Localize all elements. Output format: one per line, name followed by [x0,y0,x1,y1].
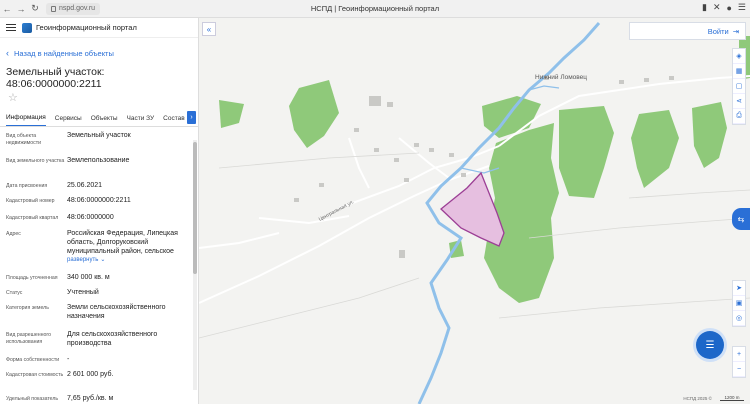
zoom-out-icon[interactable]: − [733,362,745,377]
attr-value: 25.06.2021 [67,182,103,189]
collapse-sidebar-button[interactable]: « [202,22,216,36]
attr-row: Площадь уточненная 340 000 кв. м [6,273,192,288]
menu-icon[interactable]: ☰ [738,2,746,13]
grid-icon[interactable]: ▦ [733,64,745,79]
attr-value: Учтенный [67,289,99,296]
tab-objects[interactable]: Объекты [91,115,118,126]
attr-value: 2 601 000 руб. [67,371,114,378]
map-canvas[interactable]: Нижний Ломовец Центральная ул. « Войти ⇥… [199,18,750,404]
map-tools-top: ◈ ▦ ▢ ⋖ ⎙ [732,48,746,125]
map-tools-bottom: ➤ ▣ ◎ [732,280,746,327]
login-arrow-icon: ⇥ [732,26,739,36]
profile-icon[interactable]: ● [726,3,731,13]
attr-row: Кадастровый номер 48:06:0000000:2211 [6,196,192,213]
attr-row: Вид земельного участка Землепользование [6,156,192,181]
map-copyright: НСПД 2025 © [683,396,712,401]
minimap-icon[interactable]: ▣ [733,296,745,311]
compass-icon[interactable]: ◎ [733,311,745,326]
object-title: Земельный участок: 48:06:0000000:2211 [6,66,105,90]
attr-label: Площадь уточненная [6,275,58,281]
attr-value: Земельный участок [67,132,131,139]
chat-assistant-icon[interactable]: ☰ [696,331,724,359]
attr-label: Кадастровый квартал [6,215,59,221]
attr-row: Дата присвоения 25.06.2021 [6,181,192,196]
bookmark-icon[interactable]: ▮ [702,2,707,13]
zoom-controls: + − [732,346,746,378]
sidebar-scrollbar[interactable] [193,140,197,390]
browser-toolbar: ← → ↻ nspd.gov.ru НСПД | Геоинформационн… [0,0,750,18]
object-tabs: Информация Сервисы Объекты Части ЗУ Сост… [0,109,198,127]
attr-label: Удельный показатель [6,396,59,402]
address-value: Российская Федерация, Липецкая область, … [67,230,178,255]
page-tab-title: НСПД | Геоинформационный портал [310,4,440,13]
scrollbar-thumb[interactable] [193,142,197,274]
attr-row: Форма собственности - [6,355,192,370]
chevron-left-icon: ‹ [6,48,9,58]
login-label: Войти [707,26,729,36]
back-arrow-icon[interactable]: ← [0,2,14,16]
map-base-layer [199,18,750,404]
attr-row: Адрес Российская Федерация, Липецкая обл… [6,229,192,273]
village-label: Нижний Ломовец [535,74,588,81]
attr-row: Удельный показатель 7,65 руб./кв. м [6,394,192,404]
expand-address-link[interactable]: развернуть ⌄ [67,256,192,265]
attr-value: - [67,356,70,363]
extension-icon[interactable]: ✕ [713,2,721,13]
map-scale: 1200 m [720,395,744,401]
attr-value: Землепользование [67,157,130,164]
tab-parts[interactable]: Части ЗУ [127,115,155,126]
object-sidebar: Геоинформационный портал ‹ Назад в найде… [0,18,199,404]
hamburger-menu-icon[interactable] [6,23,16,32]
attr-label: Вид земельного участка [6,158,65,164]
address-bar[interactable]: nspd.gov.ru [46,2,101,15]
attr-value: 48:06:0000000 [67,214,114,221]
tab-services[interactable]: Сервисы [55,115,82,126]
area-select-icon[interactable]: ▢ [733,79,745,94]
portal-header: Геоинформационный портал [0,18,198,38]
side-panel-badge-icon[interactable]: ⇆ [732,208,750,230]
attr-label: Форма собственности [6,357,60,363]
attr-row: Категория земель Земли сельскохозяйствен… [6,303,192,330]
chevron-down-icon: ⌄ [100,257,106,263]
layers-icon[interactable]: ◈ [733,49,745,64]
tabs-scroll-right-icon[interactable]: › [187,111,196,124]
attr-row: Вид разрешенного использования Для сельс… [6,330,192,355]
attr-row: Кадастровая стоимость 2 601 000 руб. [6,370,192,394]
print-icon[interactable]: ⎙ [733,109,745,124]
attr-label: Вид объекта недвижимости [6,133,42,146]
tab-composition[interactable]: Состав [163,115,185,126]
login-button[interactable]: Войти ⇥ [629,22,746,40]
attribute-list: Вид объекта недвижимости Земельный участ… [0,127,198,404]
attr-value: Российская Федерация, Липецкая область, … [67,229,192,273]
attr-label: Кадастровый номер [6,198,55,204]
attr-label: Кадастровая стоимость [6,372,64,378]
back-label: Назад в найденные объекты [14,48,114,58]
address-text: nspd.gov.ru [59,5,96,12]
portal-name: Геоинформационный портал [36,23,137,32]
reload-icon[interactable]: ↻ [28,2,42,16]
attr-label: Статус [6,290,23,296]
expand-label: развернуть [67,257,99,263]
lock-icon [51,5,56,12]
attr-row: Кадастровый квартал 48:06:0000000 [6,213,192,229]
attr-value: 48:06:0000000:2211 [67,197,131,204]
attr-label: Вид разрешенного использования [6,332,52,345]
attr-row: Статус Учтенный [6,288,192,303]
tab-info[interactable]: Информация [6,114,46,126]
attr-label: Дата присвоения [6,183,48,189]
share-icon[interactable]: ⋖ [733,94,745,109]
portal-logo [22,22,32,33]
attr-value: Земли сельскохозяйственного назначения [67,304,166,320]
attr-label: Адрес [6,231,21,237]
attr-value: 7,65 руб./кв. м [67,395,114,402]
attr-value: Для сельскохозяйственного производства [67,331,158,347]
attr-row: Вид объекта недвижимости Земельный участ… [6,131,192,156]
attr-label: Категория земель [6,305,49,311]
zoom-in-icon[interactable]: + [733,347,745,362]
attr-value: 340 000 кв. м [67,274,110,281]
back-to-results-link[interactable]: ‹ Назад в найденные объекты [0,38,198,61]
forward-arrow-icon[interactable]: → [14,2,28,16]
geolocation-icon[interactable]: ➤ [733,281,745,296]
